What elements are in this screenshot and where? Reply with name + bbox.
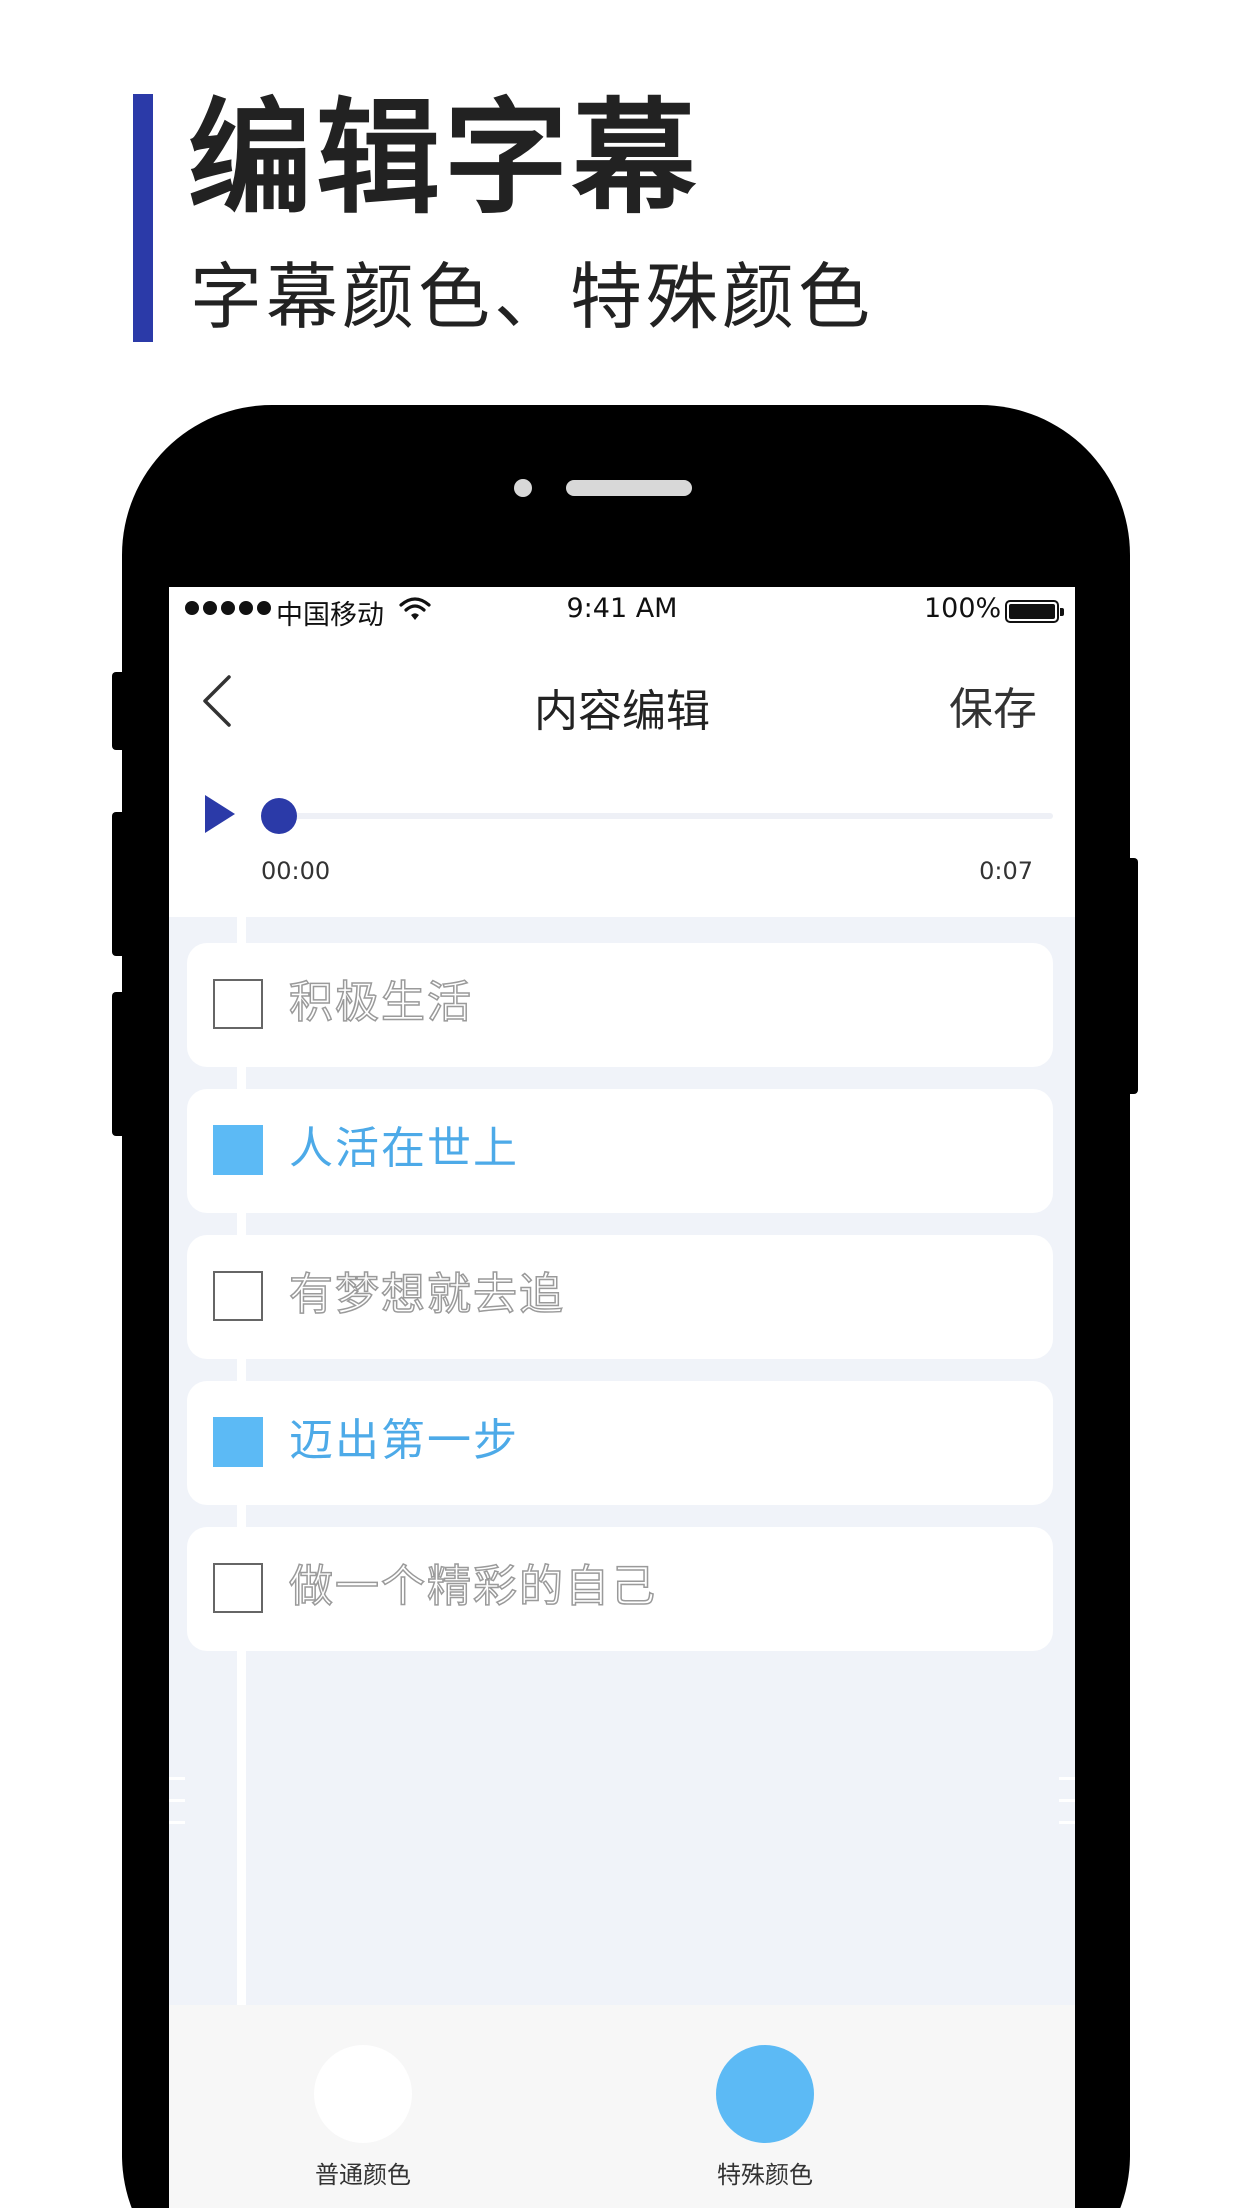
subtitle-row[interactable]: 积极生活 [187, 943, 1053, 1067]
volume-down-button [112, 992, 126, 1136]
normal-color-option[interactable]: 普通颜色 [263, 2045, 463, 2190]
progress-knob[interactable] [261, 798, 297, 834]
subtitle-text: 人活在世上 [289, 1123, 519, 1174]
timeline-tick [1059, 1777, 1075, 1780]
subtitle-text: 有梦想就去追 [288, 1268, 565, 1320]
earpiece-speaker [566, 480, 692, 496]
timeline-tick [169, 1799, 185, 1802]
front-camera [514, 479, 532, 497]
nav-bar: 内容编辑 保存 [169, 637, 1075, 757]
promo-subtitle: 字幕颜色、特殊颜色 [190, 255, 875, 339]
subtitle-list: 积极生活 人活在世上 有梦想就去追 迈出第一步 做一个精彩的自己 [169, 917, 1075, 2005]
special-color-swatch[interactable] [716, 2045, 814, 2143]
end-time: 0:07 [979, 857, 1033, 885]
page-title: 内容编辑 [534, 686, 710, 737]
accent-bar [133, 94, 153, 342]
subtitle-row[interactable]: 人活在世上 [187, 1089, 1053, 1213]
color-selector: 普通颜色 特殊颜色 [169, 2005, 1075, 2208]
subtitle-row[interactable]: 迈出第一步 [187, 1381, 1053, 1505]
special-color-label: 特殊颜色 [717, 2161, 813, 2189]
audio-player: 00:00 0:07 [169, 757, 1075, 917]
timeline-tick [1059, 1799, 1075, 1802]
subtitle-row[interactable]: 有梦想就去追 [187, 1235, 1053, 1359]
battery-percent: 100% [924, 593, 1002, 624]
play-icon[interactable] [203, 793, 237, 835]
subtitle-checkbox[interactable] [213, 1563, 263, 1613]
subtitle-checkbox[interactable] [213, 979, 263, 1029]
normal-color-label: 普通颜色 [315, 2161, 411, 2189]
current-time: 00:00 [261, 857, 331, 885]
progress-track[interactable] [277, 813, 1053, 819]
subtitle-text: 积极生活 [288, 976, 473, 1028]
timeline-tick [1059, 1821, 1075, 1824]
power-button [1124, 858, 1138, 1094]
special-color-option[interactable]: 特殊颜色 [665, 2045, 865, 2190]
timeline-tick [169, 1821, 185, 1824]
subtitle-text: 做一个精彩的自己 [288, 1560, 657, 1612]
subtitle-text: 迈出第一步 [289, 1415, 519, 1466]
subtitle-checkbox[interactable] [213, 1271, 263, 1321]
timeline-tick [169, 1777, 185, 1780]
normal-color-swatch[interactable] [314, 2045, 412, 2143]
volume-up-button [112, 812, 126, 956]
subtitle-checkbox[interactable] [213, 1125, 263, 1175]
mute-switch [112, 672, 126, 750]
promo-title: 编辑字幕 [188, 87, 701, 231]
battery-icon [1005, 600, 1064, 623]
status-bar: 中国移动 9:41 AM 100% [169, 587, 1075, 637]
subtitle-checkbox[interactable] [213, 1417, 263, 1467]
app-screen: 中国移动 9:41 AM 100% 内容编辑 保存 00:00 0:07 积极生… [169, 587, 1075, 2208]
subtitle-row[interactable]: 做一个精彩的自己 [187, 1527, 1053, 1651]
save-button[interactable]: 保存 [949, 673, 1037, 737]
